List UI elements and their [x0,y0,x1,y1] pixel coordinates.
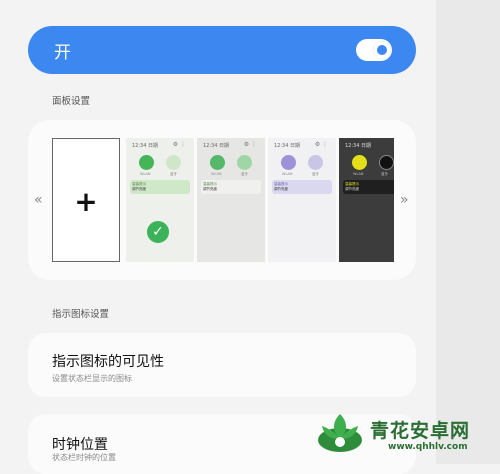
wifi-icon [139,155,154,170]
master-toggle-row[interactable]: 开 [28,26,416,74]
setting-subtitle: 状态栏时钟的位置 [52,453,116,462]
gear-icon: ⚙ ⋮ [172,141,186,148]
theme-label-2: 蓝牙 [381,172,388,176]
speaker-icon [379,155,394,170]
indicator-section-title: 指示图标设置 [52,309,110,320]
prev-arrow-icon[interactable]: « [34,192,43,208]
setting-subtitle: 设置状态栏显示的图标 [52,374,132,383]
plus-icon: + [74,185,98,218]
background-strip [436,0,500,464]
panel-theme-green[interactable]: 12:34 日期 ⚙ ⋮ WLAN 蓝牙 温馨提示 调节亮度 [126,138,194,262]
theme-label-2: 蓝牙 [312,172,319,176]
selected-check-icon: ✓ [147,221,169,243]
wifi-icon [352,155,367,170]
gear-icon: ⚙ ⋮ [243,141,257,148]
bluetooth-icon [166,155,181,170]
bluetooth-icon [308,155,323,170]
theme-bar-text-2: 调节亮度 [274,187,288,191]
watermark-name: 青花安卓网 [370,420,471,442]
panel-theme-mint[interactable]: 12:34 日期 ⚙ ⋮ WLAN 蓝牙 温馨提示 调节亮度 [197,138,265,262]
theme-label-2: 蓝牙 [241,172,248,176]
theme-label-1: WLAN [211,172,222,176]
panel-section-title: 面板设置 [52,96,91,107]
theme-label-2: 蓝牙 [170,172,177,176]
next-arrow-icon[interactable]: » [400,192,409,208]
theme-bar-text-2: 调节亮度 [345,187,359,191]
master-switch[interactable] [356,39,392,61]
switch-knob [373,42,389,58]
theme-brightness-bar: 温馨提示 调节亮度 [272,180,332,194]
theme-bar-text-2: 调节亮度 [203,187,217,191]
panel-theme-dark[interactable]: 12:34 日期 WLAN 蓝牙 温馨提示 调节亮度 [339,138,394,262]
site-watermark: 青花安卓网 www.qhhlv.com [300,408,500,464]
theme-brightness-bar: 温馨提示 调节亮度 [201,180,261,194]
leaf-logo-icon [318,414,362,452]
bluetooth-icon [237,155,252,170]
theme-time: 12:34 日期 [345,143,371,149]
icon-visibility-setting[interactable]: 指示图标的可见性 设置状态栏显示的图标 [28,333,416,397]
wifi-icon [210,155,225,170]
add-panel-style-button[interactable]: + [52,138,120,262]
theme-brightness-bar: 温馨提示 调节亮度 [343,180,394,194]
master-toggle-label: 开 [54,43,71,63]
theme-time: 12:34 日期 [203,143,229,149]
theme-label-1: WLAN [140,172,151,176]
watermark-url: www.qhhlv.com [388,442,468,452]
theme-time: 12:34 日期 [274,143,300,149]
theme-bar-text-2: 调节亮度 [132,187,146,191]
theme-brightness-bar: 温馨提示 调节亮度 [130,180,190,194]
theme-label-1: WLAN [282,172,293,176]
theme-time: 12:34 日期 [132,143,158,149]
panel-theme-purple[interactable]: 12:34 日期 ⚙ ⋮ WLAN 蓝牙 温馨提示 调节亮度 [268,138,336,262]
gear-icon: ⚙ ⋮ [314,141,328,148]
setting-title: 时钟位置 [52,437,108,453]
theme-label-1: WLAN [353,172,364,176]
setting-title: 指示图标的可见性 [52,354,164,370]
wifi-icon [281,155,296,170]
